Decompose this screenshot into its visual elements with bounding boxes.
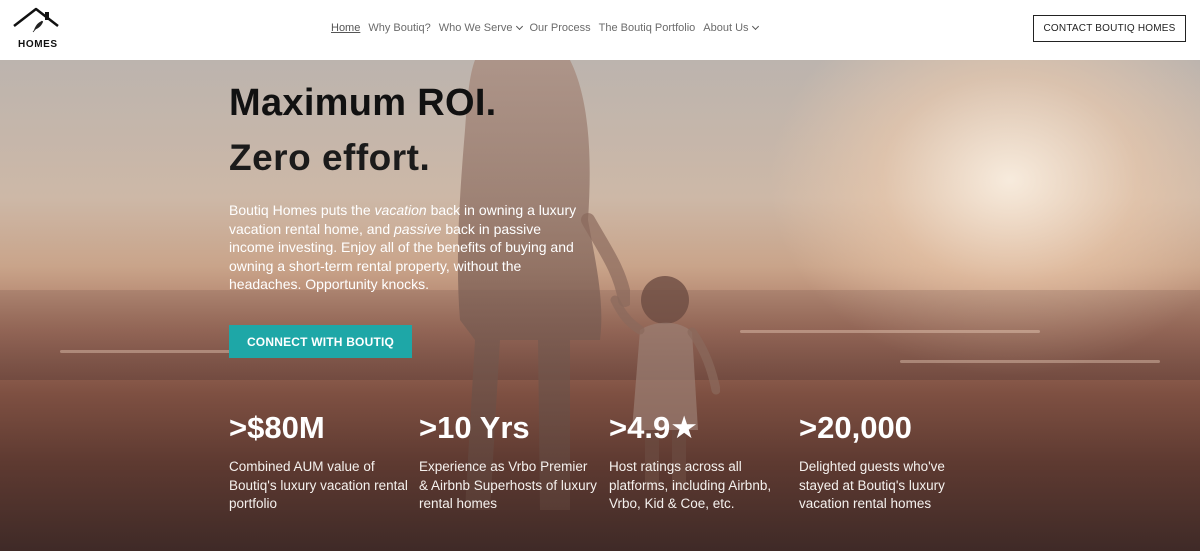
site-header: HOMES Home Why Boutiq? Who We Serve Our …: [0, 0, 1200, 60]
house-roof-logo-icon: [13, 7, 59, 33]
stat-description: Experience as Vrbo Premier & Airbnb Supe…: [419, 459, 597, 511]
stat-experience: >10 Yrs Experience as Vrbo Premier & Air…: [419, 410, 599, 514]
wave-line: [740, 330, 1040, 333]
wave-line: [900, 360, 1160, 363]
hero-section: Maximum ROI. Zero effort. Boutiq Homes p…: [0, 60, 1200, 551]
stat-value: >4.9★: [609, 410, 698, 445]
nav-boutiq-portfolio[interactable]: The Boutiq Portfolio: [599, 22, 696, 34]
nav-home[interactable]: Home: [331, 22, 360, 34]
main-nav: Home Why Boutiq? Who We Serve Our Proces…: [331, 20, 766, 36]
stat-description: Host ratings across all platforms, inclu…: [609, 459, 772, 511]
nav-our-process[interactable]: Our Process: [530, 22, 591, 34]
stat-aum: >$80M Combined AUM value of Boutiq's lux…: [229, 410, 409, 514]
connect-with-boutiq-button[interactable]: CONNECT WITH BOUTIQ: [229, 325, 412, 358]
nav-why-boutiq[interactable]: Why Boutiq?: [368, 22, 430, 34]
hero-headline: Maximum ROI.: [229, 82, 497, 124]
stat-value: >20,000: [799, 410, 912, 445]
stat-value: >10 Yrs: [419, 410, 530, 445]
contact-button[interactable]: CONTACT BOUTIQ HOMES: [1033, 15, 1186, 42]
stat-description: Delighted guests who've stayed at Boutiq…: [799, 459, 945, 511]
nav-about-us[interactable]: About Us: [703, 22, 759, 34]
stat-guests: >20,000 Delighted guests who've stayed a…: [799, 410, 979, 514]
nav-who-we-serve[interactable]: Who We Serve: [439, 22, 523, 34]
stat-ratings: >4.9★ Host ratings across all platforms,…: [609, 410, 789, 514]
chevron-down-icon: [515, 22, 523, 31]
chevron-down-icon: [751, 22, 759, 31]
brand-logo[interactable]: HOMES: [12, 6, 62, 52]
stat-value: >$80M: [229, 410, 325, 445]
hero-subheadline: Zero effort.: [229, 137, 431, 178]
logo-text: HOMES: [18, 39, 58, 50]
stat-description: Combined AUM value of Boutiq's luxury va…: [229, 459, 408, 511]
hero-intro-text: Boutiq Homes puts the vacation back in o…: [229, 202, 577, 292]
